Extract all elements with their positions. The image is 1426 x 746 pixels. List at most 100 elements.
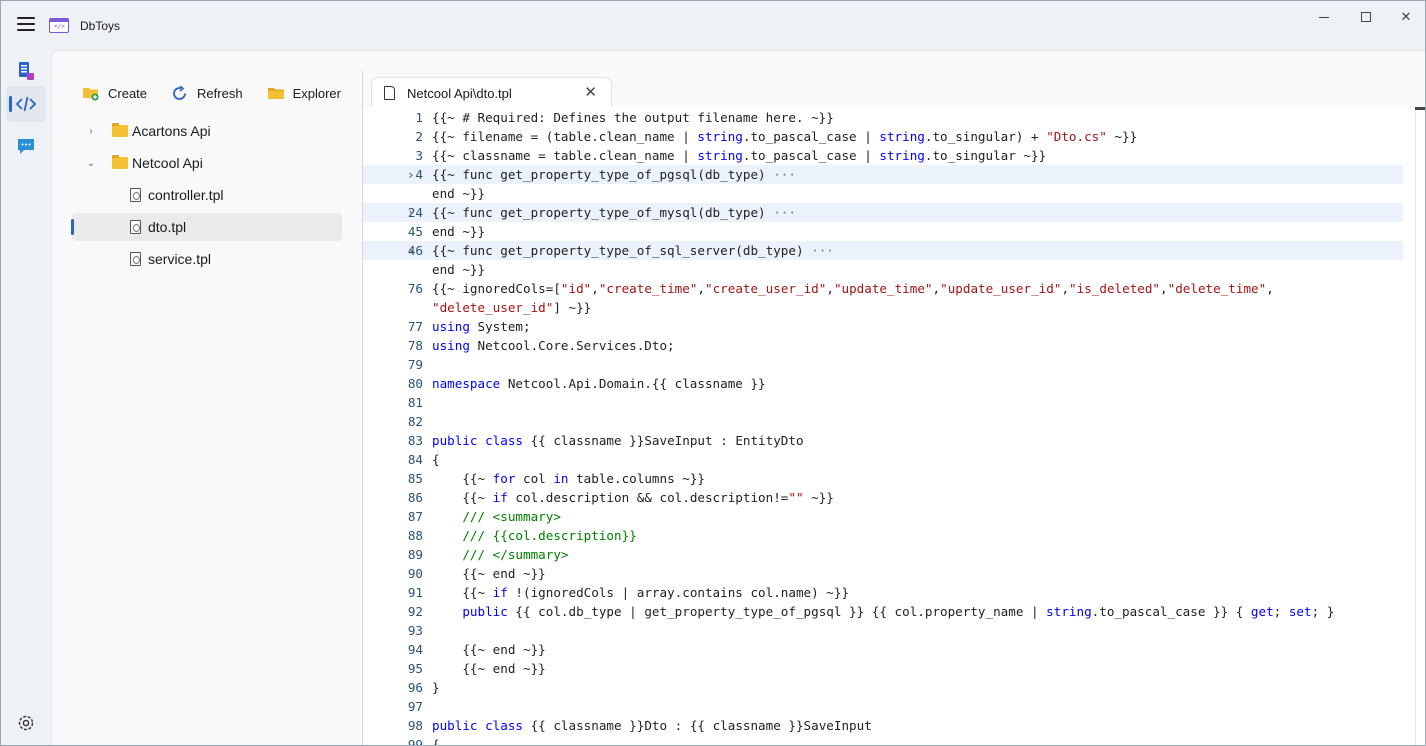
line-number: 79: [407, 357, 423, 372]
code-line[interactable]: 83 public class {{ classname }}SaveInput …: [363, 431, 1403, 450]
menu-icon[interactable]: [17, 17, 35, 31]
close-window-button[interactable]: ✕: [1383, 7, 1425, 27]
nav-database[interactable]: [6, 53, 46, 89]
tree-file-controller[interactable]: controller.tpl: [72, 181, 342, 209]
editor-scrollbar[interactable]: [1415, 107, 1425, 745]
code-text: end ~}}: [432, 224, 486, 239]
fold-chevron-icon[interactable]: ›: [407, 203, 415, 222]
refresh-button[interactable]: Refresh: [172, 81, 243, 105]
code-line[interactable]: 78 using Netcool.Core.Services.Dto;: [363, 336, 1403, 355]
code-line[interactable]: 93: [363, 621, 1403, 640]
code-text: }: [432, 680, 440, 695]
minimize-button[interactable]: [1301, 7, 1347, 27]
code-line[interactable]: 80 namespace Netcool.Api.Domain.{{ classn…: [363, 374, 1403, 393]
code-text: public class {{ classname }}Dto : {{ cla…: [432, 718, 872, 733]
code-line[interactable]: 45 end ~}}: [363, 222, 1403, 241]
line-number: 84: [407, 452, 423, 467]
code-line[interactable]: 87 /// <summary>: [363, 507, 1403, 526]
code-line[interactable]: 79: [363, 355, 1403, 374]
line-number: 91: [407, 585, 423, 600]
line-number: 82: [407, 414, 423, 429]
create-folder-icon: [83, 87, 99, 100]
code-line[interactable]: 97: [363, 697, 1403, 716]
explorer-button[interactable]: Explorer: [267, 81, 341, 105]
code-icon: [15, 96, 37, 112]
tree-file-dto[interactable]: dto.tpl: [71, 213, 342, 241]
code-line[interactable]: 86 {{~ if col.description && col.descrip…: [363, 488, 1403, 507]
code-line[interactable]: 96}: [363, 678, 1403, 697]
chevron-right-icon[interactable]: ›: [86, 126, 96, 137]
line-number: 97: [407, 699, 423, 714]
code-line[interactable]: "delete_user_id"] ~}}: [363, 298, 1403, 317]
code-line[interactable]: end ~}}: [363, 184, 1403, 203]
code-line[interactable]: 77 using System;: [363, 317, 1403, 336]
fold-chevron-icon[interactable]: ›: [407, 241, 415, 260]
create-label: Create: [108, 85, 148, 101]
code-line[interactable]: 76 {{~ ignoredCols=["id","create_time","c…: [363, 279, 1403, 298]
main-content: Create Refresh Explorer › Acartons Api ⌄…: [51, 50, 1425, 746]
line-number: 96: [407, 680, 423, 695]
code-text: {{~ func get_property_type_of_mysql(db_t…: [432, 205, 796, 220]
explorer-label: Explorer: [292, 85, 341, 101]
code-text: "delete_user_id"] ~}}: [432, 300, 592, 315]
code-line[interactable]: 4 › {{~ func get_property_type_of_pgsql(db…: [363, 165, 1403, 184]
line-number: 98: [407, 718, 423, 733]
nav-messages[interactable]: [6, 128, 46, 164]
app-window: </> DbToys ✕ Create Refresh Explorer › A…: [0, 0, 1426, 746]
code-line[interactable]: 94 {{~ end ~}}: [363, 640, 1403, 659]
tree-folder-netcool-api[interactable]: ⌄ Netcool Api: [72, 149, 342, 177]
code-text: {: [432, 737, 440, 746]
nav-code-templates[interactable]: [6, 86, 46, 122]
create-button[interactable]: Create: [83, 81, 147, 105]
code-line[interactable]: 90 {{~ end ~}}: [363, 564, 1403, 583]
code-line[interactable]: 82: [363, 412, 1403, 431]
tree-item-label: dto.tpl: [148, 219, 187, 235]
code-line[interactable]: 81: [363, 393, 1403, 412]
code-text: namespace Netcool.Api.Domain.{{ classnam…: [432, 376, 766, 391]
tree-file-service[interactable]: service.tpl: [72, 245, 342, 273]
template-file-icon: [130, 188, 141, 202]
line-number: 83: [407, 433, 423, 448]
code-line[interactable]: 24 › {{~ func get_property_type_of_mysql(d…: [363, 203, 1403, 222]
line-number: 81: [407, 395, 423, 410]
code-text: {{~ end ~}}: [432, 661, 546, 676]
code-line[interactable]: 92 public {{ col.db_type | get_property_…: [363, 602, 1403, 621]
code-line[interactable]: 99 {: [363, 735, 1403, 746]
code-line[interactable]: 3 {{~ classname = table.clean_name | stri…: [363, 146, 1403, 165]
code-text: {{~ if col.description && col.descriptio…: [432, 490, 834, 505]
code-line[interactable]: 84 {: [363, 450, 1403, 469]
code-line[interactable]: 88 /// {{col.description}}: [363, 526, 1403, 545]
template-file-icon: [130, 220, 141, 234]
code-line[interactable]: 46 › {{~ func get_property_type_of_sql_ser…: [363, 241, 1403, 260]
code-line[interactable]: 91 {{~ if !(ignoredCols | array.contains…: [363, 583, 1403, 602]
code-line[interactable]: 98 public class {{ classname }}Dto : {{ c…: [363, 716, 1403, 735]
code-line[interactable]: 85 {{~ for col in table.columns ~}}: [363, 469, 1403, 488]
code-text: /// {{col.description}}: [462, 528, 637, 543]
tab-dto-tpl[interactable]: Netcool Api\dto.tpl ✕: [371, 77, 612, 107]
code-text: {{~ end ~}}: [432, 566, 546, 581]
code-line[interactable]: 2 {{~ filename = (table.clean_name | stri…: [363, 127, 1403, 146]
template-tree: › Acartons Api ⌄ Netcool Api controller.…: [71, 117, 342, 277]
folder-open-icon: [267, 87, 284, 99]
code-text: using System;: [432, 319, 531, 334]
chevron-down-icon[interactable]: ⌄: [86, 158, 96, 169]
code-line[interactable]: 89 /// </summary>: [363, 545, 1403, 564]
code-editor[interactable]: 1 {{~ # Required: Defines the output file…: [363, 107, 1425, 746]
selected-indicator: [71, 219, 74, 235]
code-text: {{~ ignoredCols=["id","create_time","cre…: [432, 281, 1274, 296]
fold-chevron-icon[interactable]: ›: [407, 165, 415, 184]
tree-folder-acartons-api[interactable]: › Acartons Api: [72, 117, 342, 145]
code-line[interactable]: end ~}}: [363, 260, 1403, 279]
tree-item-label: controller.tpl: [148, 187, 224, 203]
nav-settings[interactable]: [6, 705, 46, 741]
code-text: {{~ for col in table.columns ~}}: [432, 471, 705, 486]
line-number: 88: [407, 528, 423, 543]
code-line[interactable]: 95 {{~ end ~}}: [363, 659, 1403, 678]
app-logo-icon: </>: [49, 18, 69, 33]
code-text: {{~ func get_property_type_of_pgsql(db_t…: [432, 167, 796, 182]
code-text: {{~ end ~}}: [432, 642, 546, 657]
tree-item-label: service.tpl: [148, 251, 212, 267]
code-line[interactable]: 1 {{~ # Required: Defines the output file…: [363, 108, 1403, 127]
explorer-toolbar: Create Refresh Explorer: [83, 81, 366, 105]
close-icon[interactable]: ✕: [584, 83, 597, 101]
